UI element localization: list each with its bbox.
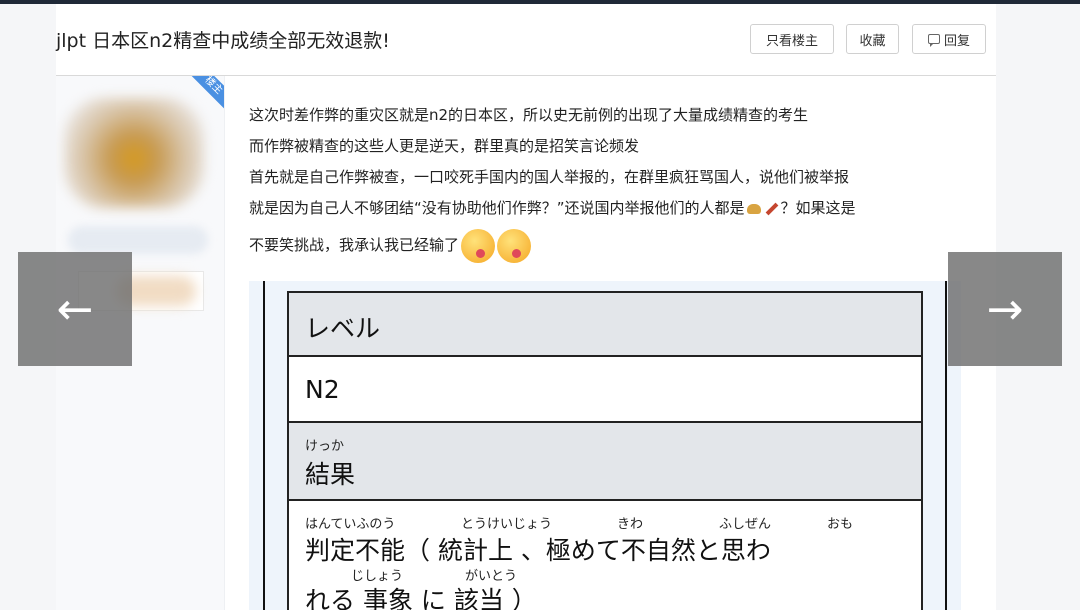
only-op-label: 只看楼主 [765, 33, 818, 49]
post-line-text: 就是因为自己人不够团结“没有协助他们作弊？”还说国内举报他们的人都是 [249, 199, 745, 217]
result-header-row: けっか 結果 [289, 423, 921, 501]
verdict-line: れる 事象 に 該当 ） [305, 586, 537, 610]
yum-emoji-icon [461, 228, 496, 263]
post-line-text: ？如果这是 [780, 199, 856, 217]
verdict-furigana: おも [827, 517, 854, 532]
prev-image-button[interactable]: ← [18, 252, 132, 366]
yum-emoji-icon [497, 228, 532, 263]
post-line: 不要笑挑战，我承认我已经输了 [249, 224, 989, 272]
level-header: レベル [305, 314, 381, 343]
rocket-emoji-icon [765, 202, 778, 215]
burger-emoji-icon [746, 203, 761, 214]
top-bar [0, 0, 1080, 4]
level-value: N2 [305, 375, 340, 404]
verdict-furigana: きわ [617, 517, 644, 532]
post-line: 首先就是自己作弊被查，一口咬死手国内的国人举报的，在群里疯狂骂国人，说他们被举报 [249, 168, 850, 186]
post-line-text: 不要笑挑战，我承认我已经输了 [249, 236, 460, 254]
reply-button[interactable]: 回复 [912, 24, 986, 54]
level-header-row: レベル [289, 293, 921, 357]
image-frame-right [945, 281, 947, 610]
reply-label: 回复 [943, 33, 970, 49]
author-name-blurred [68, 226, 208, 254]
post-line: 就是因为自己人不够团结“没有协助他们作弊？”还说国内举报他们的人都是 ？如果这是 [249, 193, 989, 224]
arrow-right-icon: → [986, 283, 1024, 335]
image-frame-left [263, 281, 265, 610]
favorite-label: 收藏 [859, 33, 886, 49]
next-image-button[interactable]: → [948, 252, 1062, 366]
verdict-furigana: とうけいじょう [461, 517, 553, 532]
result-value-row: はんていふのう とうけいじょう きわ ふしぜん おも 判定不能（ 統計上 、極め… [289, 501, 921, 610]
verdict-furigana: はんていふのう [305, 517, 396, 532]
score-report-table: レベル N2 けっか 結果 はんていふのう とうけいじょう きわ ふしぜん おも… [287, 291, 923, 610]
arrow-left-icon: ← [56, 283, 94, 335]
avatar[interactable] [64, 98, 204, 208]
level-value-row: N2 [289, 357, 921, 423]
only-op-button[interactable]: 只看楼主 [750, 24, 834, 54]
favorite-button[interactable]: 收藏 [846, 24, 899, 54]
result-furigana: けっか [305, 439, 345, 454]
verdict-furigana: ふしぜん [719, 517, 772, 532]
post-body: 这次时差作弊的重灾区就是n2的日本区，所以史无前例的出现了大量成绩精查的考生 而… [249, 100, 989, 272]
post-image[interactable]: レベル N2 けっか 結果 はんていふのう とうけいじょう きわ ふしぜん おも… [249, 281, 961, 610]
thread-title: jlpt 日本区n2精查中成绩全部无效退款! [56, 30, 390, 52]
verdict-line: 判定不能（ 統計上 、極めて不自然と思わ [305, 536, 771, 565]
result-header: 結果 [305, 460, 356, 489]
post-line: 而作弊被精查的这些人更是逆天，群里真的是招笑言论频发 [249, 137, 640, 155]
reply-icon [927, 34, 940, 47]
post-line: 这次时差作弊的重灾区就是n2的日本区，所以史无前例的出现了大量成绩精查的考生 [249, 106, 809, 124]
